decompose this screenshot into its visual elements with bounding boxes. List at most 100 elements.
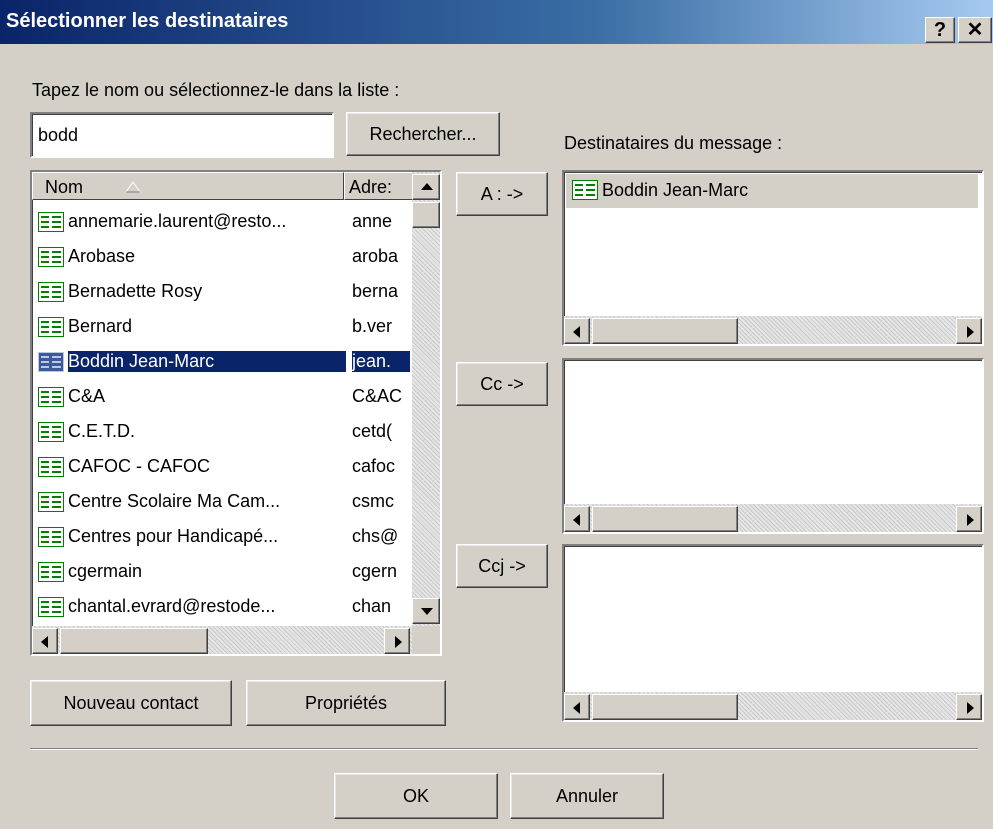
contact-address: cafoc [352,456,396,476]
scroll-left-button[interactable] [32,628,58,654]
arrow-right-icon [967,326,974,338]
list-item[interactable]: Bernard b.ver [32,311,412,345]
list-item[interactable]: C.E.T.D. cetd( [32,416,412,450]
arrow-left-icon [573,326,580,338]
arrow-up-icon [421,183,433,190]
scrollbar-corner [412,626,440,654]
contact-address: chan [352,596,392,616]
search-prompt-label: Tapez le nom ou sélectionnez-le dans la … [32,80,400,100]
cc-recipients-list[interactable] [562,358,984,534]
arrow-right-icon [967,702,974,714]
scroll-right-button[interactable] [384,628,410,654]
list-item[interactable]: Arobase aroba [32,241,412,275]
contact-name: C.E.T.D. [68,421,136,441]
horizontal-scroll-thumb[interactable] [592,506,738,532]
cancel-button[interactable]: Annuler [510,773,664,819]
contact-address: anne [352,211,393,231]
recipients-label: Destinataires du message : [564,133,783,153]
arrow-right-icon [395,636,402,648]
contact-name: Centres pour Handicapé... [68,526,279,546]
scroll-right-button[interactable] [956,318,982,344]
contact-name: Bernadette Rosy [68,281,203,301]
list-item-selected[interactable]: Boddin Jean-Marc jean. [32,346,412,380]
close-icon: ✕ [966,19,984,41]
horizontal-scroll-thumb[interactable] [60,628,208,654]
list-item[interactable]: cgermain cgern [32,556,412,590]
contact-address: C&AC [352,386,403,406]
contact-address: berna [352,281,399,301]
list-item[interactable]: annemarie.laurent@resto... anne [32,206,412,240]
contact-name: Bernard [68,316,133,336]
find-button[interactable]: Rechercher... [346,112,500,156]
contacts-list[interactable]: Nom Adre: annemarie.laurent@resto... ann… [30,170,442,656]
contact-address: jean. [352,351,410,372]
to-recipients-list[interactable]: Boddin Jean-Marc [562,170,984,346]
horizontal-scrollbar[interactable] [32,626,412,654]
bcc-recipients-list[interactable] [562,544,984,722]
properties-button[interactable]: Propriétés [246,680,446,726]
list-item[interactable]: Boddin Jean-Marc [566,174,978,208]
contact-card-icon [572,180,598,200]
scroll-left-button[interactable] [564,318,590,344]
horizontal-scrollbar[interactable] [564,692,982,720]
contact-address: cetd( [352,421,393,441]
contact-name: Arobase [68,246,136,266]
scroll-up-button[interactable] [412,174,440,200]
contact-card-icon [38,247,64,267]
list-item[interactable]: chantal.evrard@restode... chan [32,591,412,624]
arrow-left-icon [573,702,580,714]
add-to-button[interactable]: A : -> [456,172,548,216]
list-item[interactable]: C&A C&AC [32,381,412,415]
list-item[interactable]: Centres pour Handicapé... chs@ [32,521,412,555]
contact-name: cgermain [68,561,143,581]
arrow-left-icon [41,636,48,648]
recipient-name: Boddin Jean-Marc [602,180,749,200]
contact-address: chs@ [352,526,399,546]
arrow-down-icon [421,608,433,615]
column-header-address[interactable]: Adre: [344,172,414,200]
horizontal-scrollbar[interactable] [564,504,982,532]
arrow-right-icon [967,514,974,526]
list-item[interactable]: Bernadette Rosy berna [32,276,412,310]
scroll-right-button[interactable] [956,694,982,720]
contact-address: csmc [352,491,394,511]
scroll-left-button[interactable] [564,694,590,720]
new-contact-button[interactable]: Nouveau contact [30,680,232,726]
sort-ascending-icon [125,181,141,193]
scroll-right-button[interactable] [956,506,982,532]
dialog-title: Sélectionner les destinataires [6,10,289,32]
contact-name: annemarie.laurent@resto... [68,211,287,231]
search-input[interactable] [30,112,334,158]
contact-card-icon [38,422,64,442]
add-cc-button[interactable]: Cc -> [456,362,548,406]
horizontal-scroll-thumb[interactable] [592,694,738,720]
contact-card-icon [38,387,64,407]
list-item[interactable]: Centre Scolaire Ma Cam... csmc [32,486,412,520]
contact-card-icon [38,492,64,512]
vertical-scrollbar[interactable] [412,172,440,626]
contact-address: cgern [352,561,398,581]
list-item[interactable]: CAFOC - CAFOC cafoc [32,451,412,485]
column-header-name-label: Nom [45,177,84,197]
vertical-scroll-thumb[interactable] [412,202,440,228]
scroll-down-button[interactable] [412,598,440,624]
scroll-left-button[interactable] [564,506,590,532]
contact-card-icon [38,457,64,477]
contact-card-icon [38,352,64,372]
contact-address: aroba [352,246,399,266]
contact-name: C&A [68,386,106,406]
close-button[interactable]: ✕ [958,17,992,43]
horizontal-scroll-thumb[interactable] [592,318,738,344]
contact-card-icon [38,212,64,232]
add-bcc-button[interactable]: Ccj -> [456,544,548,588]
ok-button[interactable]: OK [334,773,498,819]
contact-address: b.ver [352,316,393,336]
contact-card-icon [38,597,64,617]
contact-card-icon [38,282,64,302]
contact-name: CAFOC - CAFOC [68,456,210,476]
horizontal-scrollbar[interactable] [564,316,982,344]
column-header-name[interactable]: Nom [32,172,344,200]
contact-card-icon [38,562,64,582]
arrow-left-icon [573,514,580,526]
help-button[interactable]: ? [925,17,955,43]
